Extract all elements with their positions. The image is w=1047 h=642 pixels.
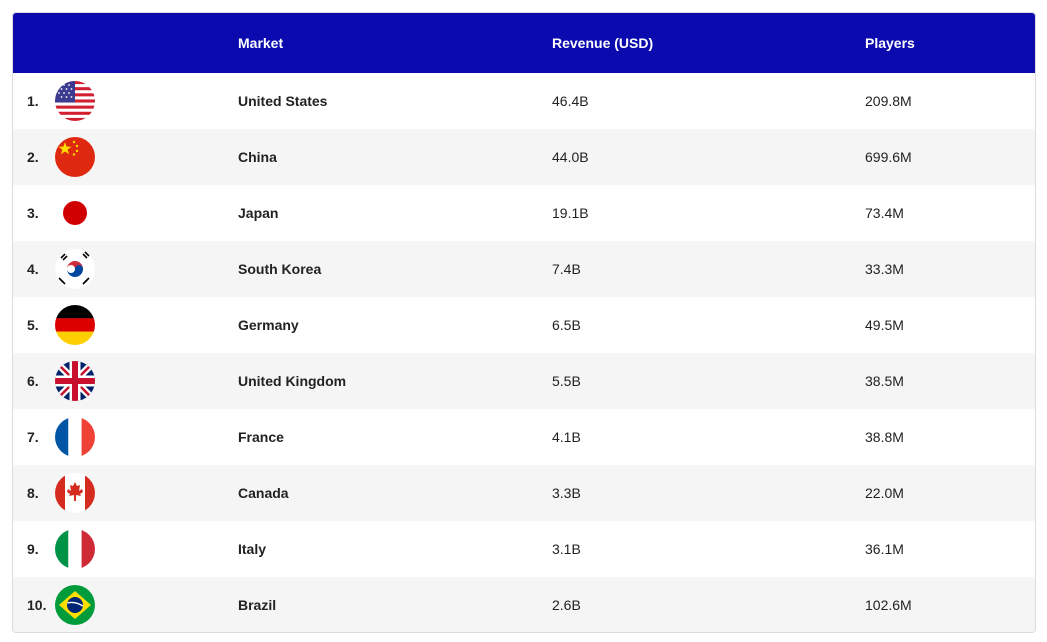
rank-cell: 1. (27, 93, 39, 109)
china-flag-icon (55, 137, 95, 177)
table-row: 6. United Kingdom 5.5B 38.5M (13, 353, 1035, 409)
market-cell: Italy (238, 541, 267, 557)
players-cell: 33.3M (865, 261, 904, 277)
market-cell: South Korea (238, 261, 322, 277)
market-cell: Germany (238, 317, 299, 333)
table-row: 10. Brazil 2.6B 102.6M (13, 577, 1035, 632)
rank-cell: 8. (27, 485, 39, 501)
players-cell: 36.1M (865, 541, 904, 557)
market-cell: United Kingdom (238, 373, 347, 389)
rank-cell: 5. (27, 317, 39, 333)
rank-cell: 7. (27, 429, 39, 445)
market-cell: France (238, 429, 284, 445)
brazil-flag-icon (55, 585, 95, 625)
revenue-cell: 5.5B (552, 373, 581, 389)
revenue-cell: 6.5B (552, 317, 581, 333)
revenue-cell: 19.1B (552, 205, 589, 221)
canada-flag-icon (55, 473, 95, 513)
market-header: Market (238, 35, 284, 51)
rank-cell: 3. (27, 205, 39, 221)
table-row: 7. France 4.1B 38.8M (13, 409, 1035, 465)
table-row: 1. United States 46.4B 209.8M (13, 73, 1035, 129)
revenue-cell: 4.1B (552, 429, 581, 445)
players-cell: 73.4M (865, 205, 904, 221)
revenue-cell: 7.4B (552, 261, 581, 277)
players-cell: 38.5M (865, 373, 904, 389)
revenue-cell: 3.3B (552, 485, 581, 501)
rank-cell: 10. (27, 597, 47, 613)
revenue-header: Revenue (USD) (552, 35, 654, 51)
revenue-cell: 46.4B (552, 93, 589, 109)
table-row: 8. Canada 3.3B 22.0M (13, 465, 1035, 521)
japan-flag-icon (55, 193, 95, 233)
south-korea-flag-icon (55, 249, 95, 289)
markets-table: Market Revenue (USD) Players 1. United S… (12, 12, 1036, 633)
market-cell: Japan (238, 205, 279, 221)
table-row: 4. South Korea 7.4B 33.3M (13, 241, 1035, 297)
players-cell: 49.5M (865, 317, 904, 333)
rank-cell: 9. (27, 541, 39, 557)
rank-cell: 4. (27, 261, 39, 277)
italy-flag-icon (55, 529, 95, 569)
france-flag-icon (55, 417, 95, 457)
germany-flag-icon (55, 305, 95, 345)
market-cell: Brazil (238, 597, 277, 613)
us-flag-icon (55, 81, 95, 121)
market-cell: Canada (238, 485, 289, 501)
players-cell: 38.8M (865, 429, 904, 445)
market-cell: United States (238, 93, 328, 109)
revenue-cell: 44.0B (552, 149, 589, 165)
players-cell: 22.0M (865, 485, 904, 501)
players-header: Players (865, 35, 915, 51)
revenue-cell: 3.1B (552, 541, 581, 557)
table-header: Market Revenue (USD) Players (13, 13, 1035, 73)
market-cell: China (238, 149, 277, 165)
rank-cell: 6. (27, 373, 39, 389)
table-row: 3. Japan 19.1B 73.4M (13, 185, 1035, 241)
table-row: 9. Italy 3.1B 36.1M (13, 521, 1035, 577)
revenue-cell: 2.6B (552, 597, 581, 613)
table-row: 2. China 44.0B 699.6M (13, 129, 1035, 185)
players-cell: 102.6M (865, 597, 912, 613)
table-row: 5. Germany 6.5B 49.5M (13, 297, 1035, 353)
players-cell: 209.8M (865, 93, 912, 109)
rank-cell: 2. (27, 149, 39, 165)
uk-flag-icon (55, 361, 95, 401)
players-cell: 699.6M (865, 149, 912, 165)
